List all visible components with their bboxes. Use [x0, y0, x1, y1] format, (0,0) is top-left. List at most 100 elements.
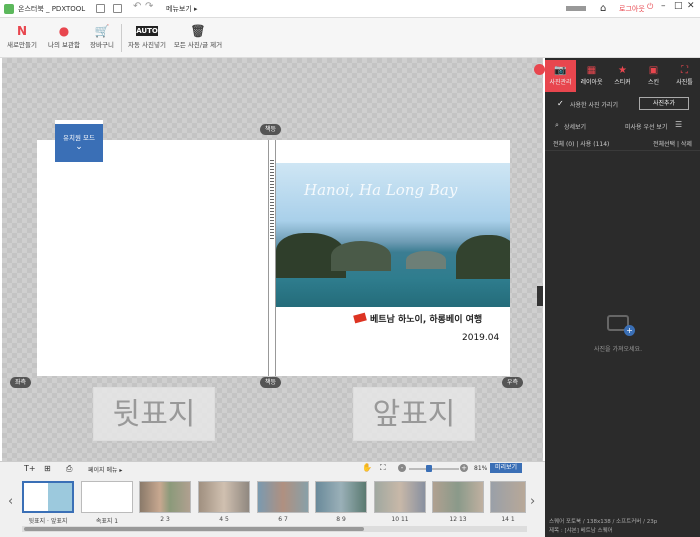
new-book-button[interactable]: N 새로만들기	[4, 23, 40, 49]
add-photo-label: 사진추가	[652, 100, 676, 107]
strip-prev-arrow[interactable]: ‹	[8, 494, 13, 509]
new-label: 새로만들기	[7, 41, 37, 49]
guide-mode-label: 유치원 모드	[63, 134, 95, 142]
right-panel: 📷 사진관리 ▦ 레이아웃 ★ 스티커 ▣ 스킨 ⛶ 사진틀 ✓ 사용한 사진 가리기 사…	[545, 58, 700, 537]
detail-view-button[interactable]: 상세보기	[564, 122, 586, 131]
thumb-cover[interactable]	[22, 481, 74, 513]
minimize-icon[interactable]: –	[661, 1, 666, 11]
thumb-label: 6 7	[278, 516, 288, 523]
zoom-in-icon[interactable]: +	[460, 464, 468, 472]
thumb-page-6-7[interactable]	[257, 481, 309, 513]
auto-fill-button[interactable]: AUTO 자동 사진넣기	[126, 23, 168, 49]
trash-icon: 🗑	[190, 24, 206, 38]
book-info-line2: 제목 : [샤본] 베트남 스퀘어	[549, 528, 613, 534]
hand-icon[interactable]: ✋	[362, 463, 372, 472]
list-view-icon[interactable]: ☰	[675, 120, 682, 129]
book-info-line1: 스퀘어 포토북 / 138x138 / 소프트커버 / 23p	[549, 519, 658, 525]
karst-far	[406, 251, 446, 269]
home-icon[interactable]: ⌂	[600, 3, 606, 14]
print-icon[interactable]: ⎙	[66, 464, 72, 474]
tab-frame[interactable]: ⛶ 사진틀	[669, 60, 700, 92]
back-cover-page[interactable]	[37, 140, 269, 376]
vietnam-flag-icon	[353, 312, 367, 324]
power-icon[interactable]: ⏻	[647, 2, 653, 12]
thumb-label: 10 11	[391, 516, 409, 523]
strip-next-arrow[interactable]: ›	[530, 494, 535, 509]
save-icon[interactable]	[96, 4, 105, 13]
thumb-label: 4 5	[219, 516, 229, 523]
logout-button[interactable]: 로그아웃	[619, 0, 645, 18]
menu-view-button[interactable]: 메뉴보기 ▸	[166, 0, 198, 18]
title-bar: 온스터북 _ PDXTOOL ↶ ↷ 메뉴보기 ▸ ⌂ 로그아웃 ⏻ – □ ✕	[0, 0, 700, 18]
karst-mid	[331, 241, 391, 271]
page-menu-button[interactable]: 페이지 메뉴 ▸	[88, 465, 122, 474]
close-window-icon[interactable]: ✕	[687, 1, 695, 11]
editor-canvas[interactable]: 책등 유치원 모드 ⌄ Hanoi, Ha Long Bay 베트남 하노이, …	[2, 58, 545, 461]
strip-scrollbar[interactable]	[22, 526, 527, 532]
image-icon: ▣	[648, 65, 659, 76]
guide-mode-tab[interactable]: 유치원 모드 ⌄	[55, 120, 103, 162]
thumb-page-8-9[interactable]	[315, 481, 367, 513]
hide-used-label: 사용한 사진 가리기	[570, 102, 618, 109]
tab-sticker[interactable]: ★ 스티커	[607, 60, 638, 92]
thumb-page-4-5[interactable]	[198, 481, 250, 513]
spine-text	[270, 160, 274, 240]
front-cover-page[interactable]: Hanoi, Ha Long Bay 베트남 하노이, 하롱베이 여행 2019…	[276, 140, 510, 376]
new-icon: N	[16, 24, 28, 38]
zoom-slider[interactable]	[409, 468, 459, 470]
maximize-icon[interactable]: □	[674, 1, 683, 11]
preview-button[interactable]: 미리보기	[490, 463, 522, 473]
tab-photo[interactable]: 📷 사진관리	[545, 60, 576, 92]
close-doc-icon[interactable]	[113, 4, 122, 13]
add-circle-icon: +	[624, 325, 635, 336]
undo-icon[interactable]: ↶	[133, 1, 141, 12]
my-storage-button[interactable]: ● 나의 보관함	[44, 23, 84, 49]
thumb-page-2-3[interactable]	[139, 481, 191, 513]
photo-count: 전체 (0) | 사용 (114)	[553, 141, 610, 148]
panel-tabs: 📷 사진관리 ▦ 레이아웃 ★ 스티커 ▣ 스킨 ⛶ 사진틀	[545, 60, 700, 92]
spine-label-top[interactable]: 책등	[260, 124, 282, 135]
unused-first-button[interactable]: 미사용 우선 보기	[625, 122, 667, 131]
panel-toggle-icon[interactable]	[534, 64, 545, 75]
spine-label-bottom[interactable]: 책등	[260, 377, 282, 388]
tab-skin[interactable]: ▣ 스킨	[638, 60, 669, 92]
redo-icon[interactable]: ↷	[145, 1, 153, 12]
thumb-label: 12 13	[449, 516, 467, 523]
camera-icon: 📷	[554, 65, 567, 76]
thumb-label: 속표지 1	[95, 518, 119, 525]
photo-list-area[interactable]: + 사진을 가져오세요.	[545, 150, 700, 512]
thumb-page-1[interactable]	[81, 481, 133, 513]
user-bar-icon	[566, 6, 586, 11]
karst-right	[456, 235, 510, 279]
add-text-icon[interactable]: T+	[24, 464, 36, 473]
panel-collapse-handle[interactable]	[537, 286, 543, 306]
add-image-icon[interactable]: ⊞	[44, 464, 51, 473]
cover-subtitle: 베트남 하노이, 하롱베이 여행	[370, 315, 483, 325]
thumb-page-14[interactable]	[490, 481, 526, 513]
hide-used-checkbox[interactable]: ✓	[557, 99, 564, 108]
add-photo-button[interactable]: 사진추가	[639, 97, 689, 110]
search-icon[interactable]: ⌕	[555, 121, 559, 130]
thumb-page-10-11[interactable]	[374, 481, 426, 513]
back-cover-text: 뒷표지	[112, 397, 196, 432]
app-title: 온스터북 _ PDXTOOL	[18, 5, 86, 13]
chevron-down-icon: ⌄	[75, 142, 83, 152]
book-spine[interactable]	[268, 140, 276, 376]
left-label[interactable]: 좌측	[10, 377, 32, 388]
thumb-label: 2 3	[160, 516, 170, 523]
tab-layout[interactable]: ▦ 레이아웃	[576, 60, 607, 92]
fit-icon[interactable]: ⛶	[380, 463, 386, 473]
page-strip: T+ ⊞ ⎙ 페이지 메뉴 ▸ ✋ ⛶ - + 81% 미리보기 ‹ › 뒷표지…	[0, 461, 545, 537]
zoom-out-icon[interactable]: -	[398, 464, 406, 472]
front-cover-label: 앞표지	[353, 387, 475, 441]
delete-all-button[interactable]: 🗑 모든 사진/글 제거	[172, 23, 224, 49]
zoom-slider-knob[interactable]	[426, 465, 432, 472]
strip-scroll-thumb[interactable]	[24, 527, 364, 531]
select-delete-links[interactable]: 전체선택 | 삭제	[653, 139, 692, 148]
auto-label: 자동 사진넣기	[128, 41, 166, 49]
cover-photo[interactable]: Hanoi, Ha Long Bay	[276, 163, 510, 307]
thumb-page-12-13[interactable]	[432, 481, 484, 513]
cart-button[interactable]: 🛒 장바구니	[86, 23, 118, 49]
right-label[interactable]: 우측	[502, 377, 524, 388]
cart-icon: 🛒	[94, 24, 110, 38]
